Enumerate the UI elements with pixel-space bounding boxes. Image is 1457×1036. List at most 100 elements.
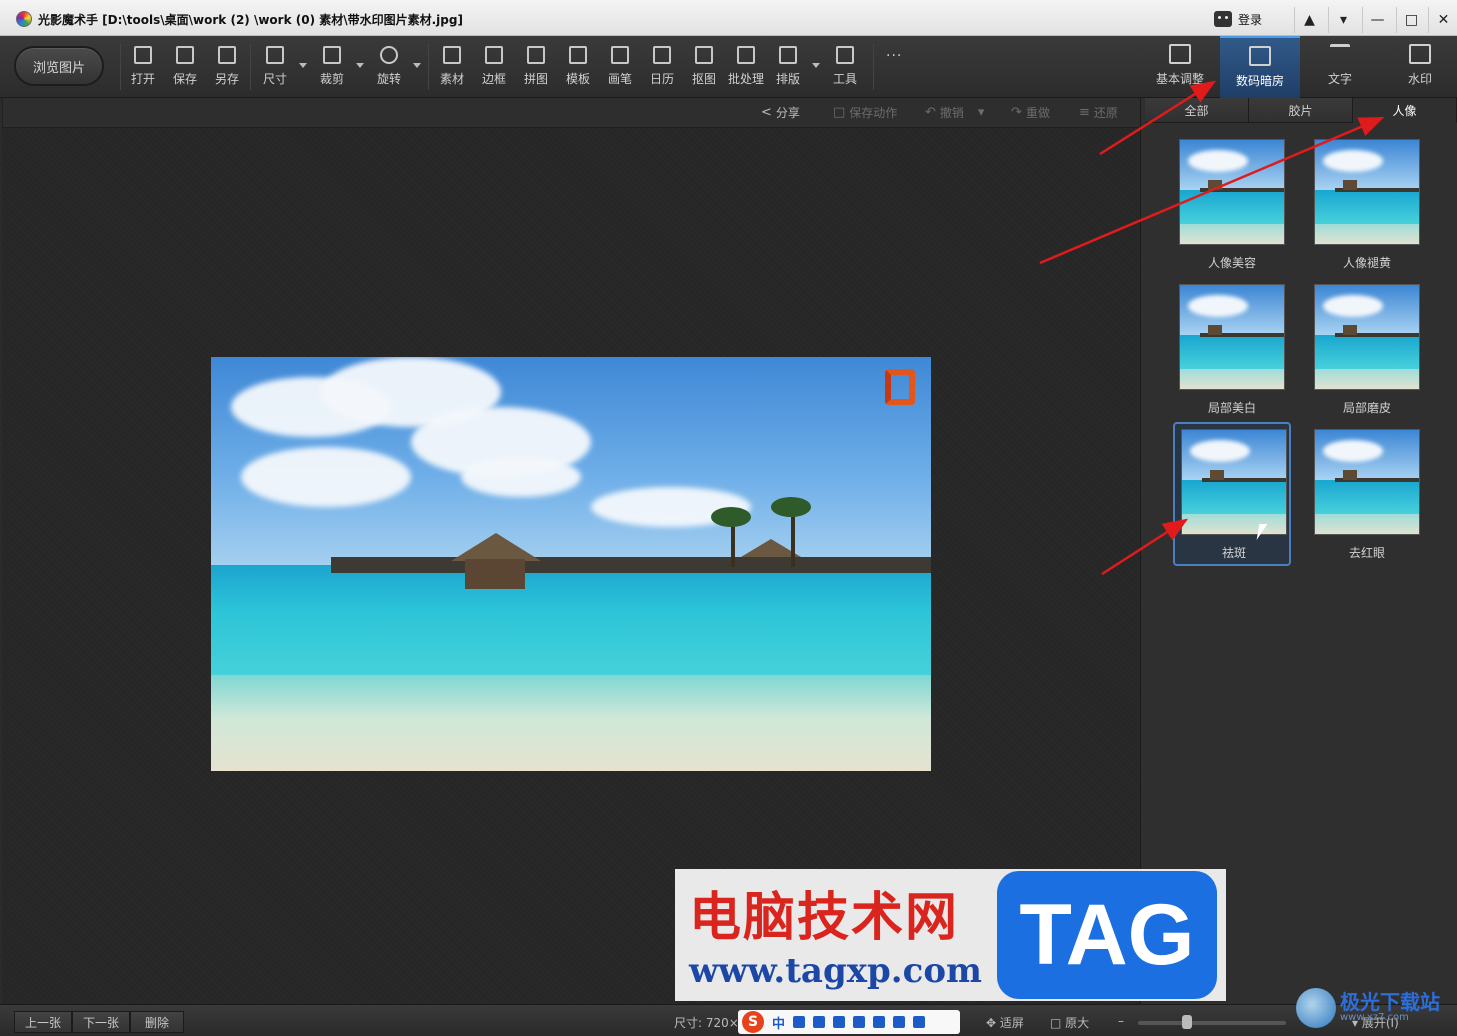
ime-toolbar[interactable]: S 中: [738, 1010, 960, 1034]
batch-button[interactable]: 批处理: [726, 46, 766, 90]
shirt-icon: ▲: [1304, 12, 1315, 28]
ime-mic-icon[interactable]: [813, 1016, 826, 1028]
original-size-button[interactable]: □ 原大: [1050, 1014, 1089, 1031]
template-button[interactable]: 模板: [558, 46, 598, 90]
menu-button[interactable]: ▾: [1328, 7, 1358, 33]
effect-label: 祛斑: [1221, 546, 1246, 560]
image-size-text: 尺寸: 720×: [674, 1016, 739, 1030]
zoom-slider[interactable]: [1138, 1021, 1286, 1025]
maximize-button[interactable]: □: [1396, 7, 1426, 33]
close-button[interactable]: ✕: [1428, 7, 1457, 33]
site-logo-orb-icon: [1296, 988, 1336, 1028]
ime-game-icon[interactable]: [873, 1016, 886, 1028]
skin-button[interactable]: ▲: [1294, 7, 1324, 33]
minimize-button[interactable]: —: [1362, 7, 1392, 33]
camera-icon: [1249, 46, 1271, 66]
sogou-logo-icon: S: [742, 1011, 764, 1033]
ime-mode[interactable]: 中: [772, 1013, 785, 1032]
rotate-button[interactable]: 旋转: [369, 46, 409, 90]
photo-sand: [211, 675, 931, 771]
effect-thumbnail: [1314, 284, 1420, 390]
resize-dropdown-icon[interactable]: [299, 63, 307, 68]
collage-icon: [527, 46, 545, 64]
login-button[interactable]: 登录: [1214, 8, 1262, 30]
tab-digital-darkroom[interactable]: 数码暗房: [1220, 36, 1300, 98]
zoom-slider-handle[interactable]: [1182, 1015, 1192, 1029]
restore-label: 还原: [1093, 106, 1118, 120]
save-as-button[interactable]: 另存: [207, 46, 247, 90]
ime-keyboard-icon[interactable]: [833, 1016, 846, 1028]
site-logo-url: www.xz7.com: [1340, 1012, 1409, 1023]
next-image-button[interactable]: 下一张: [72, 1011, 131, 1033]
effect-red-eye[interactable]: 去红眼: [1308, 424, 1426, 566]
subtab-film[interactable]: 胶片: [1249, 98, 1353, 123]
save-action-button[interactable]: □ 保存动作: [833, 104, 897, 121]
ime-skin-icon[interactable]: [853, 1016, 866, 1028]
rotate-icon: [380, 46, 398, 64]
site-watermark-banner: 电脑技术网 www.tagxp.com TAG: [675, 869, 1226, 1001]
effect-spot-removal[interactable]: 祛斑: [1173, 422, 1291, 566]
status-bar: 上一张 下一张 删除 尺寸: 720× ✥ 适屏 □ 原大 – ▾ 展开(I): [0, 1004, 1457, 1036]
save-button[interactable]: 保存: [165, 46, 205, 90]
calendar-button[interactable]: 日历: [642, 46, 682, 90]
effect-label: 人像褪黄: [1342, 256, 1391, 270]
watermark-title: 电脑技术网: [689, 888, 960, 948]
resize-icon: [266, 46, 284, 64]
toolbar-divider: [120, 44, 121, 90]
material-button[interactable]: 素材: [432, 46, 472, 90]
layout-dropdown-icon[interactable]: [812, 63, 820, 68]
subtab-all[interactable]: 全部: [1145, 98, 1249, 123]
delete-image-button[interactable]: 删除: [130, 1011, 185, 1033]
original-size-label: 原大: [1065, 1016, 1090, 1030]
ime-apps-icon[interactable]: [893, 1016, 906, 1028]
effect-portrait-beauty[interactable]: 人像美容: [1173, 134, 1291, 276]
more-tools-button[interactable]: ...: [886, 44, 902, 60]
tab-basic-adjust-label: 基本调整: [1155, 72, 1204, 86]
subtab-portrait[interactable]: 人像: [1353, 98, 1457, 123]
layout-label: 排版: [775, 72, 800, 86]
effect-portrait-unyellow[interactable]: 人像褪黄: [1308, 134, 1426, 276]
zoom-out-button[interactable]: –: [1118, 1014, 1124, 1028]
tools-button[interactable]: 工具: [825, 46, 865, 90]
original-size-icon: □: [1050, 1016, 1066, 1030]
save-action-label: 保存动作: [849, 106, 898, 120]
tab-watermark[interactable]: 水印: [1380, 36, 1457, 98]
restore-button[interactable]: ≡ 还原: [1079, 104, 1118, 121]
ime-settings-icon[interactable]: [913, 1016, 926, 1028]
material-icon: [443, 46, 461, 64]
prev-image-button[interactable]: 上一张: [14, 1011, 73, 1033]
photo-cloud: [241, 447, 411, 507]
effect-local-smoothing[interactable]: 局部磨皮: [1308, 279, 1426, 421]
collage-button[interactable]: 拼图: [516, 46, 556, 90]
right-panel-tabs: 基本调整 数码暗房 文字 水印: [1140, 36, 1457, 98]
calendar-label: 日历: [649, 72, 674, 86]
resize-button[interactable]: 尺寸: [255, 46, 295, 90]
open-button[interactable]: 打开: [123, 46, 163, 90]
crop-button[interactable]: 裁剪: [312, 46, 352, 90]
brush-button[interactable]: 画笔: [600, 46, 640, 90]
effect-local-whitening[interactable]: 局部美白: [1173, 279, 1291, 421]
tab-text[interactable]: 文字: [1300, 36, 1380, 98]
redo-button[interactable]: ↷ 重做: [1011, 104, 1050, 121]
undo-dropdown-icon[interactable]: ▾: [978, 105, 985, 120]
cutout-button[interactable]: 抠图: [684, 46, 724, 90]
tab-basic-adjust[interactable]: 基本调整: [1140, 36, 1220, 98]
rotate-label: 旋转: [376, 72, 401, 86]
frame-button[interactable]: 边框: [474, 46, 514, 90]
watermark-url: www.tagxp.com: [689, 951, 982, 991]
site-logo: 极光下载站 www.xz7.com: [1296, 984, 1456, 1030]
save-icon: [176, 46, 194, 64]
office-logo-icon: [885, 369, 915, 405]
browse-images-button[interactable]: 浏览图片: [14, 46, 104, 86]
undo-button[interactable]: ↶ 撤销 ▾: [925, 104, 984, 121]
layout-icon: [779, 46, 797, 64]
fit-screen-button[interactable]: ✥ 适屏: [986, 1014, 1024, 1031]
effect-category-tabs: 全部 胶片 人像: [1145, 98, 1457, 123]
toolbar-divider: [873, 44, 874, 90]
rotate-dropdown-icon[interactable]: [413, 63, 421, 68]
action-bar: < 分享 □ 保存动作 ↶ 撤销 ▾ ↷ 重做 ≡ 还原: [2, 98, 1140, 128]
ime-punct-icon[interactable]: [793, 1016, 806, 1028]
share-button[interactable]: < 分享: [761, 104, 800, 121]
layout-button[interactable]: 排版: [768, 46, 808, 90]
crop-dropdown-icon[interactable]: [356, 63, 364, 68]
